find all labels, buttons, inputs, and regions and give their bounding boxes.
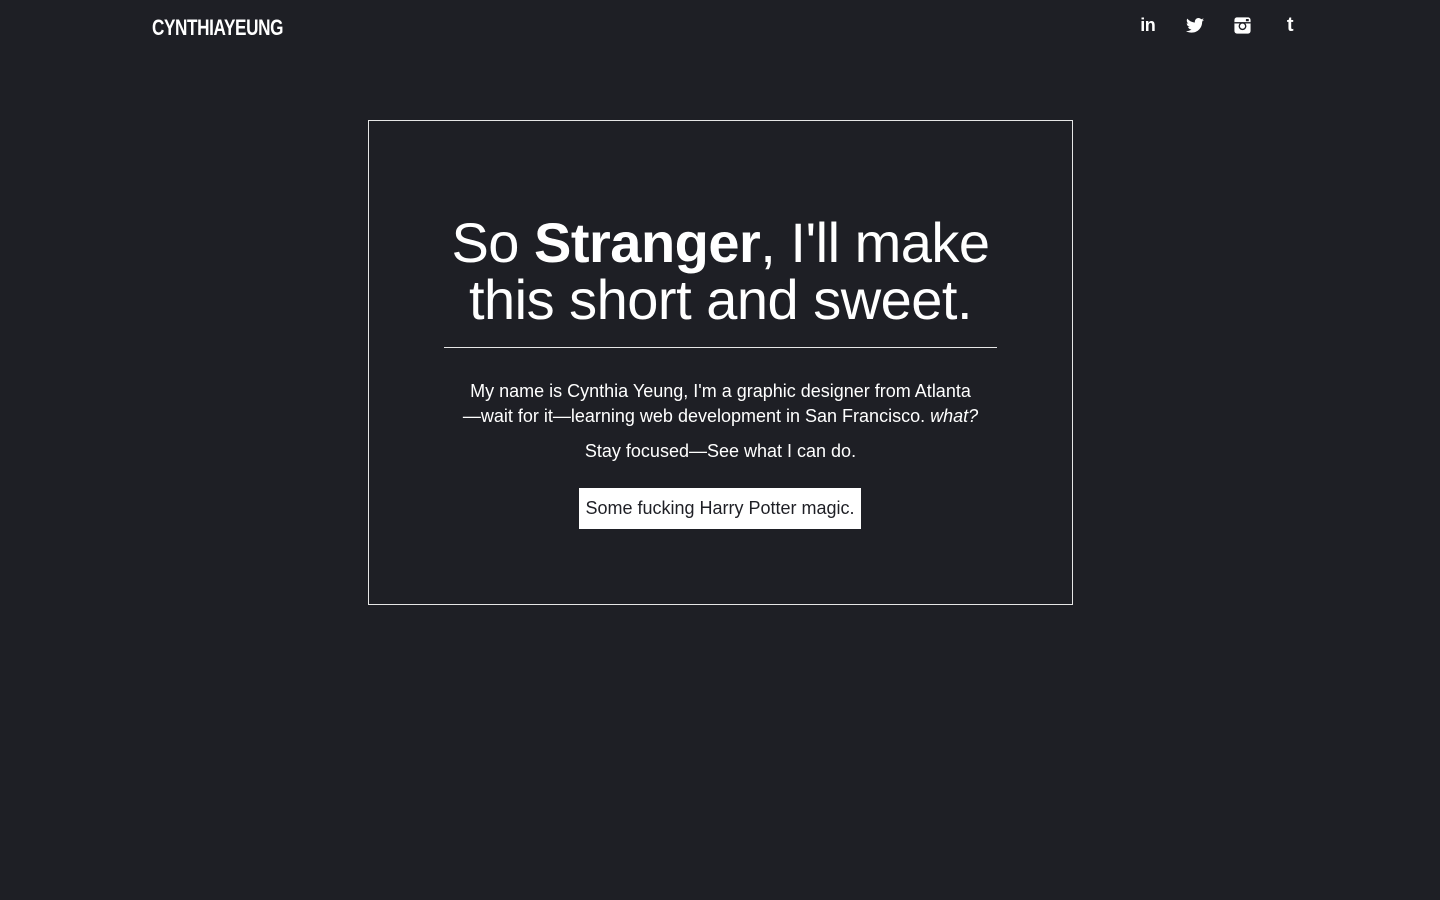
- instagram-icon: [1234, 16, 1251, 34]
- hero-headline: So Stranger, I'll make this short and sw…: [369, 214, 1072, 328]
- headline-pre: So: [451, 211, 534, 274]
- social-links: in t: [1124, 12, 1314, 38]
- twitter-icon: [1186, 17, 1205, 33]
- site-logo[interactable]: CYNTHIAYEUNG: [152, 13, 283, 43]
- tumblr-link[interactable]: t: [1267, 12, 1315, 38]
- headline-line2: this short and sweet.: [468, 268, 973, 331]
- intro-card: So Stranger, I'll make this short and sw…: [368, 120, 1073, 605]
- bio-text: My name is Cynthia Yeung, I'm a graphic …: [369, 379, 1072, 429]
- headline-post: , I'll make: [760, 211, 990, 274]
- linkedin-icon: in: [1140, 14, 1156, 35]
- tumblr-icon: t: [1286, 13, 1294, 36]
- bio-line1: My name is Cynthia Yeung, I'm a graphic …: [470, 381, 971, 401]
- divider: [444, 347, 997, 348]
- headline-strong: Stranger: [534, 211, 761, 274]
- site-header: CYNTHIAYEUNG in t: [0, 0, 1440, 56]
- bio-line2: —wait for it—learning web development in…: [462, 406, 931, 426]
- magic-button[interactable]: Some fucking Harry Potter magic.: [579, 488, 861, 529]
- twitter-link[interactable]: [1172, 12, 1220, 38]
- instagram-link[interactable]: [1219, 12, 1267, 38]
- bio-emphasis: what?: [930, 406, 979, 426]
- tagline: Stay focused—See what I can do.: [584, 441, 857, 461]
- linkedin-link[interactable]: in: [1124, 12, 1172, 38]
